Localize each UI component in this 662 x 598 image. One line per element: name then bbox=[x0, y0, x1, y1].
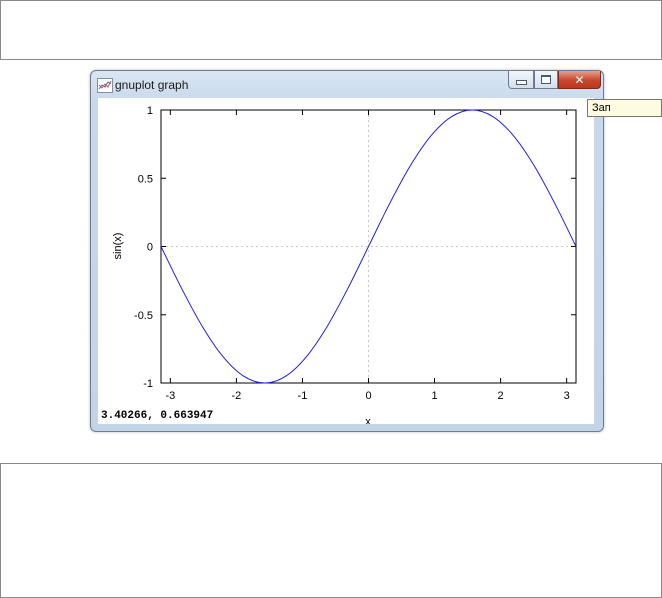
x-axis-label: x bbox=[365, 416, 371, 424]
y-tick-label: 0.5 bbox=[138, 173, 153, 185]
y-tick-label: -1 bbox=[143, 378, 153, 390]
y-axis-label: sin(x) bbox=[112, 233, 124, 260]
minimize-icon bbox=[515, 80, 527, 85]
tooltip: Зап bbox=[587, 99, 662, 117]
x-tick-label: 0 bbox=[365, 390, 371, 402]
x-tick-label: 1 bbox=[431, 390, 437, 402]
x-tick-label: -1 bbox=[298, 390, 308, 402]
y-tick-label: -0.5 bbox=[134, 310, 153, 322]
document-bottom-frame bbox=[0, 463, 662, 598]
close-button[interactable]: ✕ bbox=[558, 71, 601, 89]
maximize-button[interactable] bbox=[534, 71, 558, 89]
title-bar[interactable]: gnuplot graph ✕ bbox=[91, 71, 603, 97]
x-tick-label: 3 bbox=[564, 390, 570, 402]
gnuplot-window[interactable]: gnuplot graph ✕ -3 -2 -1 0 1 2 3 1 0.5 0 -0.5 -1 x… bbox=[90, 70, 604, 432]
y-tick-label: 0 bbox=[147, 242, 153, 254]
x-tick-label: -2 bbox=[232, 390, 242, 402]
window-title: gnuplot graph bbox=[115, 78, 189, 92]
y-tick-label: 1 bbox=[147, 105, 153, 117]
x-tick-label: -3 bbox=[165, 390, 175, 402]
plot-area[interactable]: -3 -2 -1 0 1 2 3 1 0.5 0 -0.5 -1 x sin(x) 3.40266,… bbox=[98, 98, 594, 424]
x-tick-label: 2 bbox=[498, 390, 504, 402]
minimize-button[interactable] bbox=[508, 71, 534, 89]
cursor-coordinates: 3.40266, 0.663947 bbox=[101, 410, 214, 422]
gnuplot-chart-icon[interactable] bbox=[97, 78, 113, 93]
maximize-icon bbox=[541, 75, 551, 84]
sine-plot[interactable]: -3 -2 -1 0 1 2 3 1 0.5 0 -0.5 -1 x sin(x) bbox=[98, 98, 594, 424]
close-icon: ✕ bbox=[574, 72, 585, 87]
document-top-frame bbox=[0, 0, 662, 60]
